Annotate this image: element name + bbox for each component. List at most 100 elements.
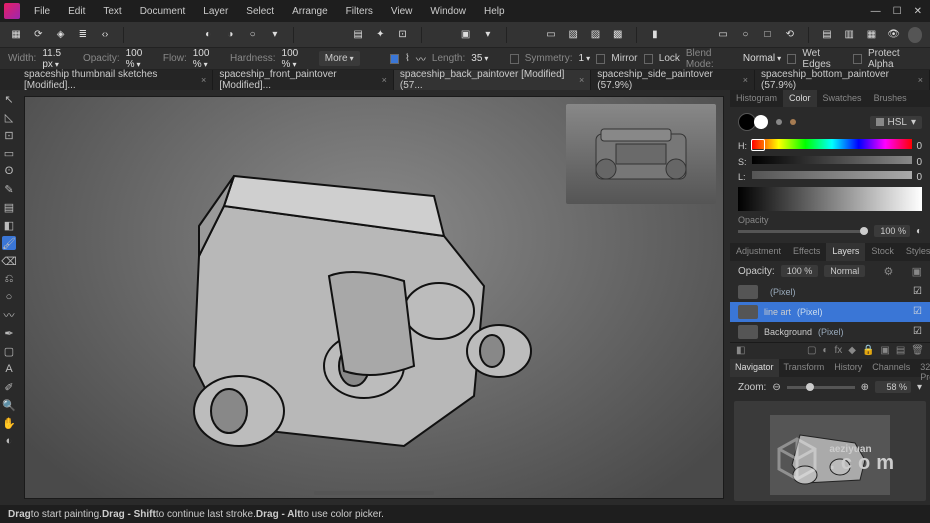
- symmetry-value[interactable]: 1: [579, 53, 591, 64]
- shape-tool-icon[interactable]: ▢: [2, 344, 16, 358]
- fill-icon[interactable]: ▥: [841, 26, 857, 44]
- tab-thumbnail-sketches[interactable]: spaceship thumbnail sketches [Modified].…: [18, 70, 213, 90]
- fx-layer-icon[interactable]: fx: [834, 345, 842, 356]
- layer-item[interactable]: (Pixel) ☑: [730, 282, 930, 302]
- blendmode-value[interactable]: Normal: [743, 53, 781, 64]
- recent-swatch-icon[interactable]: [790, 119, 796, 125]
- blend-ranges-icon[interactable]: ◧: [736, 345, 745, 356]
- menu-layer[interactable]: Layer: [195, 3, 236, 20]
- layer-item[interactable]: line art (Pixel) ☑: [730, 302, 930, 322]
- symmetry-checkbox[interactable]: [510, 54, 519, 64]
- rotate-icon[interactable]: ⟳: [30, 26, 46, 44]
- layer-item[interactable]: Background (Pixel) ☑: [730, 322, 930, 342]
- protectalpha-checkbox[interactable]: [853, 54, 862, 64]
- menu-select[interactable]: Select: [238, 3, 282, 20]
- background-swatch[interactable]: [754, 115, 768, 129]
- lock-checkbox[interactable]: [644, 54, 653, 64]
- close-tab-icon[interactable]: ×: [579, 75, 584, 85]
- menu-filters[interactable]: Filters: [338, 3, 381, 20]
- share-icon[interactable]: ‹›: [97, 26, 113, 44]
- sync-icon[interactable]: ⟲: [782, 26, 798, 44]
- lasso-tool-icon[interactable]: ʘ: [2, 164, 16, 178]
- crop-tool-icon[interactable]: ⊡: [2, 128, 16, 142]
- menu-file[interactable]: File: [26, 3, 58, 20]
- add-layer-icon[interactable]: ▤: [896, 345, 905, 356]
- stabilizer-icon[interactable]: ⌇: [405, 53, 410, 64]
- tab-channels[interactable]: Channels: [867, 359, 915, 377]
- close-tab-icon[interactable]: ×: [918, 75, 923, 85]
- circle-half-icon[interactable]: ◑: [222, 26, 238, 44]
- tab-brushes[interactable]: Brushes: [868, 90, 913, 107]
- align-icon[interactable]: ≣: [75, 26, 91, 44]
- move-tool-icon[interactable]: ↖: [2, 92, 16, 106]
- settings-icon[interactable]: ▩: [610, 26, 626, 44]
- swatch-tool-icon[interactable]: ◐: [2, 434, 16, 448]
- tag-layer-icon[interactable]: ◆: [848, 345, 856, 356]
- layer-name[interactable]: line art: [764, 307, 791, 317]
- clone-tool-icon[interactable]: ⎌: [2, 272, 16, 286]
- nav-menu-icon[interactable]: ▾: [917, 382, 922, 393]
- square-icon[interactable]: □: [759, 26, 775, 44]
- visibility-checkbox[interactable]: ☑: [913, 286, 922, 297]
- opacity-value[interactable]: 100 %: [126, 48, 157, 70]
- close-tab-icon[interactable]: ×: [382, 75, 387, 85]
- horizontal-scrollbar[interactable]: [314, 491, 434, 495]
- h-value[interactable]: 0: [916, 141, 922, 152]
- canvas[interactable]: [24, 96, 724, 499]
- color-mode-select[interactable]: HSL▾: [870, 116, 922, 129]
- wand-icon[interactable]: ✦: [372, 26, 388, 44]
- layers-icon[interactable]: ▭: [543, 26, 559, 44]
- noise-toggle-icon[interactable]: ◐: [916, 226, 922, 237]
- tab-color[interactable]: Color: [783, 90, 817, 107]
- tab-bottom-paintover[interactable]: spaceship_bottom_paintover (57.9%)×: [755, 70, 930, 90]
- menu-text[interactable]: Text: [95, 3, 129, 20]
- tab-effects[interactable]: Effects: [787, 243, 826, 260]
- tab-transform[interactable]: Transform: [779, 359, 830, 377]
- color-gradient[interactable]: [738, 187, 922, 211]
- mirror-checkbox[interactable]: [596, 54, 605, 64]
- zoom-tool-icon[interactable]: 🔍: [2, 398, 16, 412]
- group-layer-icon[interactable]: ▣: [880, 345, 889, 356]
- s-value[interactable]: 0: [916, 157, 922, 168]
- layer-opacity-value[interactable]: 100 %: [781, 265, 819, 277]
- gear-icon[interactable]: ⚙: [883, 265, 893, 278]
- navigator-preview[interactable]: [734, 401, 926, 501]
- flow-value[interactable]: 100 %: [193, 48, 224, 70]
- close-icon[interactable]: ✕: [914, 6, 922, 17]
- menu-view[interactable]: View: [383, 3, 421, 20]
- tab-stock[interactable]: Stock: [865, 243, 900, 260]
- eye-icon[interactable]: 👁: [886, 26, 902, 44]
- opacity-value[interactable]: 100 %: [874, 225, 910, 237]
- layer-menu-icon[interactable]: ▣: [912, 265, 922, 278]
- width-value[interactable]: 11.5 px: [42, 48, 77, 70]
- lock-layer-icon[interactable]: 🔒: [862, 345, 874, 356]
- chevron-down-icon[interactable]: ▾: [267, 26, 283, 44]
- tab-styles[interactable]: Styles: [900, 243, 930, 260]
- swatch-b-icon[interactable]: ▨: [587, 26, 603, 44]
- zoom-in-icon[interactable]: ⊕: [861, 382, 869, 393]
- more-button[interactable]: More: [319, 51, 360, 66]
- menu-window[interactable]: Window: [422, 3, 474, 20]
- menu-document[interactable]: Document: [132, 3, 194, 20]
- hue-slider[interactable]: [752, 139, 912, 149]
- length-value[interactable]: 35: [471, 53, 488, 64]
- brush-select-tool-icon[interactable]: ✎: [2, 182, 16, 196]
- tab-side-paintover[interactable]: spaceship_side_paintover (57.9%)×: [591, 70, 755, 90]
- tab-layers[interactable]: Layers: [826, 243, 865, 260]
- mask-icon[interactable]: ▣: [458, 26, 474, 44]
- visibility-checkbox[interactable]: ☑: [913, 306, 922, 317]
- gradient-tool-icon[interactable]: ◧: [2, 218, 16, 232]
- stabilizer-checkbox[interactable]: [390, 54, 399, 64]
- mask-layer-icon[interactable]: ▢: [807, 345, 816, 356]
- minimize-icon[interactable]: —: [871, 6, 881, 17]
- erase-tool-icon[interactable]: ⌫: [2, 254, 16, 268]
- sat-slider[interactable]: [752, 156, 912, 164]
- maximize-icon[interactable]: ☐: [893, 6, 902, 17]
- swap-swatch-icon[interactable]: [776, 119, 782, 125]
- rectangle-icon[interactable]: ▭: [715, 26, 731, 44]
- menu-edit[interactable]: Edit: [60, 3, 93, 20]
- smudge-tool-icon[interactable]: 〰: [2, 308, 16, 322]
- node-tool-icon[interactable]: ◺: [2, 110, 16, 124]
- tab-swatches[interactable]: Swatches: [817, 90, 868, 107]
- text-tool-icon[interactable]: A: [2, 362, 16, 376]
